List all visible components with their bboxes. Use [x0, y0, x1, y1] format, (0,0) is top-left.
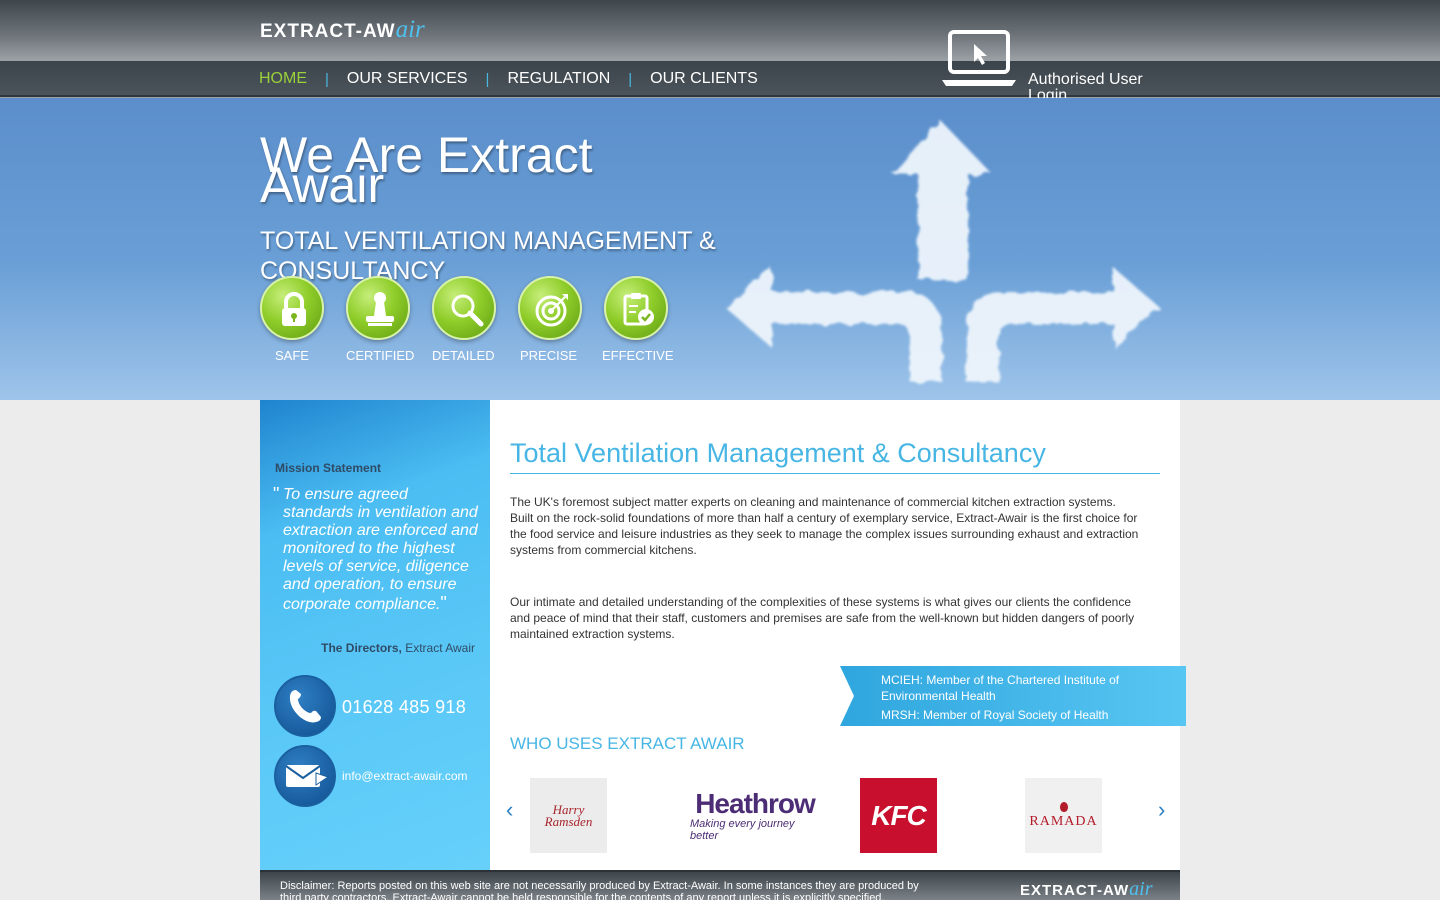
feature-list: SAFE CERTIFIED DETAILED PRECISE EFFECTIV… — [260, 276, 690, 363]
membership-mrsh: MRSH: Member of Royal Society of Health — [881, 708, 1109, 722]
site-logo[interactable]: EXTRACT-AWair — [260, 16, 425, 44]
hero-banner: We Are Extract Awair TOTAL VENTILATION M… — [0, 98, 1440, 400]
login-link[interactable]: Authorised User Login — [940, 30, 1170, 104]
feature-safe: SAFE — [260, 276, 346, 363]
client-logo-text: KFC — [871, 799, 927, 831]
feature-label: CERTIFIED — [346, 348, 415, 363]
nav-our-clients[interactable]: OUR CLIENTS — [650, 70, 758, 88]
clipboard-check-icon — [604, 276, 668, 340]
target-icon — [518, 276, 582, 340]
ribbon-notch — [840, 666, 854, 726]
mission-quote-text: To ensure agreed standards in ventilatio… — [283, 486, 478, 613]
logo-accent: air — [1129, 878, 1153, 900]
logo-main: EXTRACT-AW — [1020, 882, 1130, 899]
membership-ribbon: MCIEH: Member of the Chartered Institute… — [840, 666, 1186, 726]
feature-detailed: DETAILED — [432, 276, 518, 363]
feature-label: PRECISE — [520, 348, 578, 363]
hero-title: We Are Extract Awair — [260, 127, 593, 213]
client-logo-text: RAMADA — [1029, 813, 1098, 829]
feature-certified: CERTIFIED — [346, 276, 432, 363]
client-logo-ramada[interactable]: RAMADA — [1025, 778, 1102, 853]
open-quote-mark: " — [273, 484, 280, 504]
close-quote-mark: " — [440, 593, 447, 613]
feature-label: DETAILED — [432, 348, 495, 363]
phone-icon — [274, 675, 336, 737]
intro-paragraph: The UK's foremost subject matter experts… — [510, 495, 1139, 557]
mission-quote: To ensure agreed standards in ventilatio… — [283, 486, 478, 614]
main-nav: HOME | OUR SERVICES | REGULATION | OUR C… — [259, 70, 758, 88]
clients-title: WHO USES EXTRACT AWAIR — [510, 734, 745, 753]
carousel-next-arrow[interactable]: › — [1158, 799, 1165, 821]
logo-accent: air — [395, 16, 425, 43]
mission-title: Mission Statement — [275, 461, 382, 475]
site-footer: Disclaimer: Reports posted on this web s… — [260, 870, 1180, 900]
footer-disclaimer: Disclaimer: Reports posted on this web s… — [280, 880, 919, 900]
quote-author: The Directors, Extract Awair — [321, 641, 475, 655]
email-link[interactable]: info@extract-awair.com — [342, 769, 468, 783]
feature-label: SAFE — [275, 348, 309, 363]
main-title: Total Ventilation Management & Consultan… — [510, 438, 1160, 474]
main-content: Total Ventilation Management & Consultan… — [490, 400, 1180, 870]
magnifier-icon — [432, 276, 496, 340]
nav-separator: | — [628, 70, 633, 88]
feature-precise: PRECISE — [518, 276, 604, 363]
sidebar: Mission Statement " To ensure agreed sta… — [260, 400, 490, 870]
laptop-cursor-icon — [942, 30, 1016, 86]
phone-number[interactable]: 01628 485 918 — [342, 697, 466, 718]
padlock-icon — [260, 276, 324, 340]
nav-separator: | — [485, 70, 490, 88]
nav-separator: | — [325, 70, 329, 88]
author-org: Extract Awair — [405, 641, 475, 655]
client-logo-tagline: Making every journey better — [690, 817, 795, 842]
membership-mcieh: MCIEH: Member of the Chartered Institute… — [881, 673, 1120, 703]
client-logo-text: Heathrow — [695, 787, 816, 819]
logo-main: EXTRACT-AW — [260, 21, 396, 42]
client-logo-text: Harry Ramsden — [544, 801, 593, 829]
cloud-arrows-icon — [726, 120, 1160, 382]
envelope-icon — [274, 745, 336, 807]
nav-regulation[interactable]: REGULATION — [507, 70, 610, 88]
nav-our-services[interactable]: OUR SERVICES — [347, 70, 468, 88]
client-logo-heathrow[interactable]: Heathrow Making every journey better — [690, 778, 820, 853]
feature-effective: EFFECTIVE — [602, 276, 690, 363]
author-name: The Directors, — [321, 641, 402, 655]
client-logo-harry-ramsden[interactable]: Harry Ramsden — [530, 778, 607, 853]
stamp-icon — [346, 276, 410, 340]
ribbon-text: MCIEH: Member of the Chartered Institute… — [881, 672, 1171, 723]
feature-label: EFFECTIVE — [602, 348, 674, 363]
detail-paragraph: Our intimate and detailed understanding … — [510, 595, 1135, 641]
client-logo-kfc[interactable]: KFC — [860, 778, 937, 853]
nav-home[interactable]: HOME — [259, 70, 307, 88]
footer-logo[interactable]: EXTRACT-AWair — [1020, 878, 1153, 900]
carousel-prev-arrow[interactable]: ‹ — [506, 799, 513, 821]
ramada-emblem-icon — [1059, 801, 1068, 812]
